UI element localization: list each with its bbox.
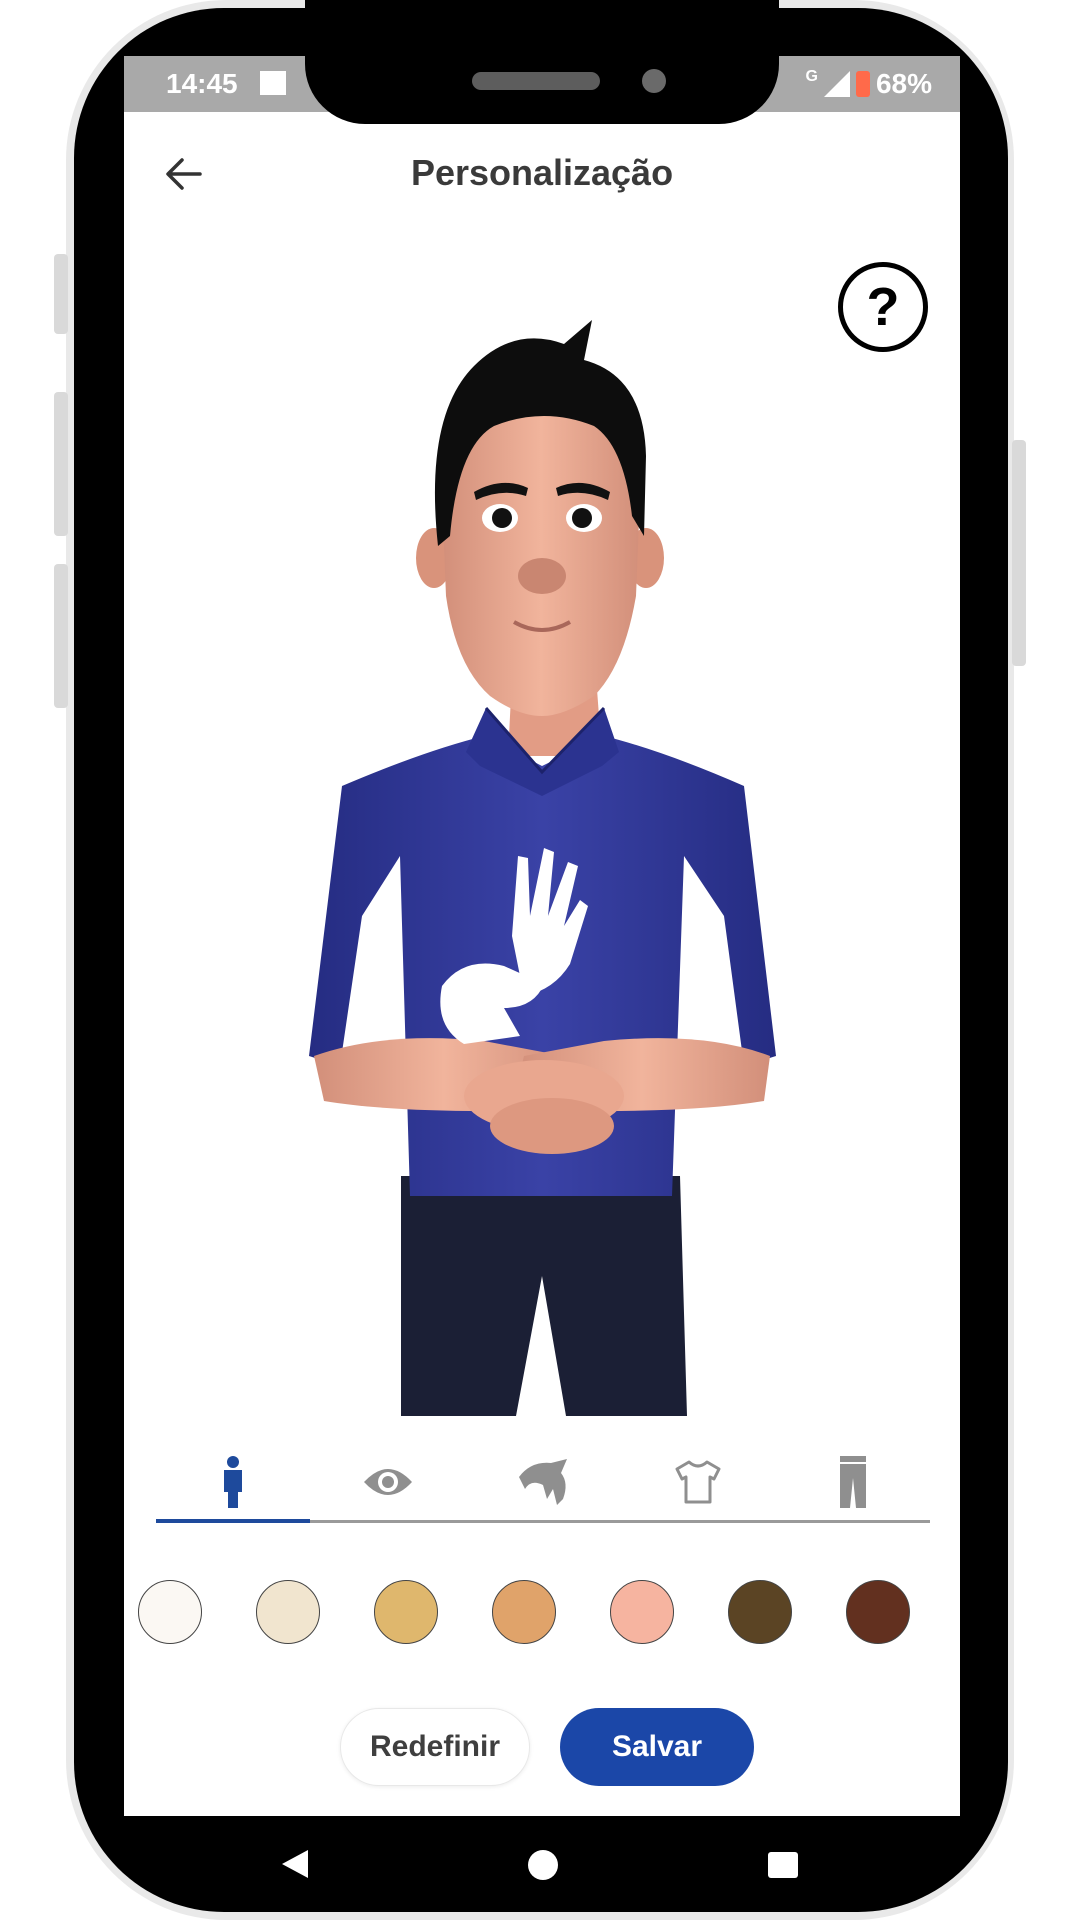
network-type: G [805,68,818,85]
battery-icon [855,71,870,97]
phone-speaker [472,72,600,90]
tab-shirt[interactable] [621,1444,775,1520]
phone-side-button [54,392,68,536]
nav-home-icon[interactable] [528,1850,558,1880]
hair-icon [519,1459,567,1505]
skin-color-swatch[interactable] [138,1580,202,1644]
save-button[interactable]: Salvar [560,1708,754,1786]
eye-icon [364,1469,412,1495]
skin-color-swatch[interactable] [256,1580,320,1644]
customization-tabs [156,1444,930,1524]
phone-side-button [54,564,68,708]
shirt-icon [675,1460,721,1504]
skin-color-swatch[interactable] [846,1580,910,1644]
image-notification-icon [260,71,286,95]
skin-color-swatch[interactable] [492,1580,556,1644]
phone-camera [642,69,666,93]
nav-recents-icon[interactable] [768,1852,798,1878]
skin-color-swatch[interactable] [728,1580,792,1644]
phone-notch [305,0,779,124]
battery-percent: 68% [875,68,932,99]
status-time: 14:45 [166,68,238,99]
tab-hair[interactable] [466,1444,620,1520]
app-screen: 14:45 G 68% Personalização ? Redefinir S… [124,56,960,1816]
person-icon [224,1456,242,1508]
skin-color-swatch[interactable] [374,1580,438,1644]
tab-pants[interactable] [776,1444,930,1520]
signal-icon [823,71,850,97]
app-bar: Personalização [124,112,960,232]
tab-eyes[interactable] [311,1444,465,1520]
tab-active-indicator [156,1519,310,1523]
avatar-preview [309,320,776,1416]
skin-color-swatch[interactable] [610,1580,674,1644]
reset-button[interactable]: Redefinir [340,1708,530,1786]
tab-skin[interactable] [156,1444,310,1520]
system-navigation-bar [0,1816,1080,1920]
nav-back-icon[interactable] [282,1850,308,1878]
status-indicators: G 68% [806,68,933,100]
skin-color-options [138,1580,938,1650]
pants-icon [840,1456,866,1508]
phone-side-button [54,254,68,334]
page-title: Personalização [410,152,674,193]
phone-side-button [1012,440,1026,666]
